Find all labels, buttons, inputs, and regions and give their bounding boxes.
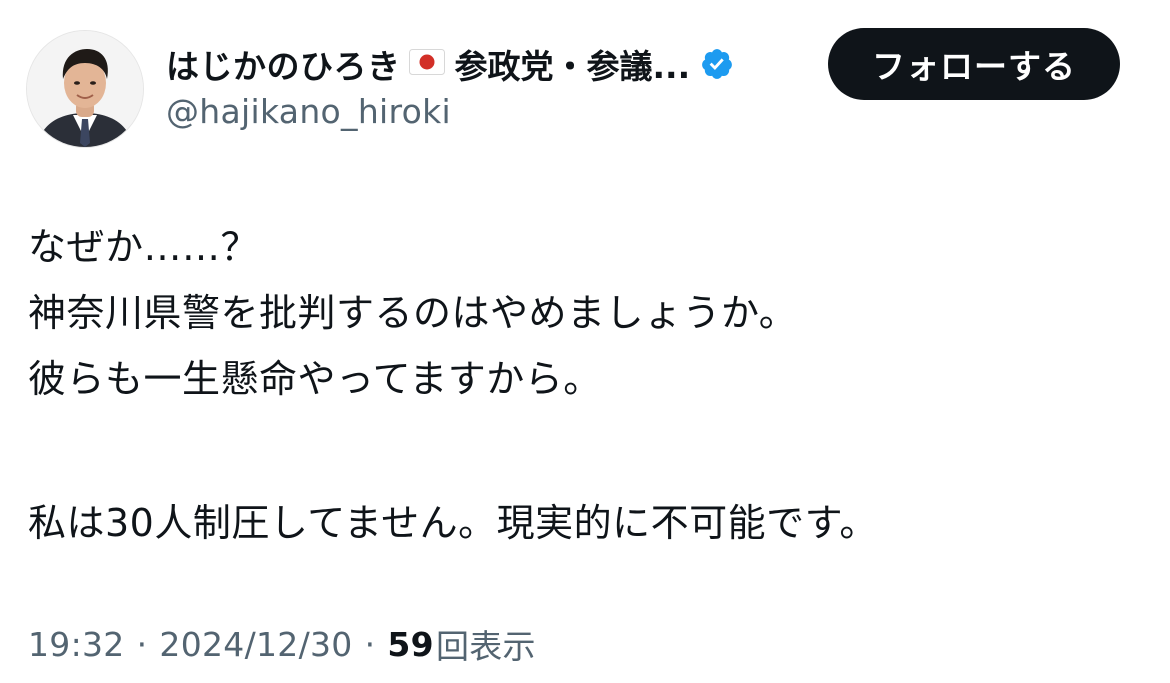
tweet-line: 私は30人制圧してません。現実的に不可能です。 <box>28 501 878 545</box>
tweet-header: はじかのひろき 参政党・参議... @hajikano_hiroki フォローす… <box>26 28 1146 148</box>
user-identity: はじかのひろき 参政党・参議... @hajikano_hiroki <box>166 40 734 131</box>
japan-flag-icon <box>408 49 445 79</box>
follow-button[interactable]: フォローする <box>828 28 1120 100</box>
tweet-text: なぜか……？ 神奈川県警を批判するのはやめましょうか。 彼らも一生懸命やってます… <box>28 214 1138 556</box>
verified-badge-icon[interactable] <box>700 47 734 81</box>
display-name[interactable]: はじかのひろき <box>166 40 401 88</box>
profile-photo-icon <box>27 31 143 147</box>
user-handle[interactable]: @hajikano_hiroki <box>166 92 734 131</box>
tweet-line: 彼らも一生懸命やってますから。 <box>28 357 602 401</box>
meta-separator: · <box>136 624 148 664</box>
meta-separator: · <box>364 624 376 664</box>
tweet-time[interactable]: 19:32 <box>28 625 125 664</box>
views-count: 59 <box>387 624 434 664</box>
tweet-meta: 19:32 · 2024/12/30 · 59 回表示 <box>28 620 536 668</box>
tweet-line: 神奈川県警を批判するのはやめましょうか。 <box>28 291 798 335</box>
tweet-line: なぜか……？ <box>28 225 260 269</box>
name-row[interactable]: はじかのひろき 参政党・参議... <box>166 40 734 88</box>
avatar[interactable] <box>26 30 144 148</box>
views-label: 回表示 <box>435 627 536 666</box>
party-affiliation[interactable]: 参政党・参議... <box>455 40 691 88</box>
tweet-date[interactable]: 2024/12/30 <box>159 625 352 664</box>
